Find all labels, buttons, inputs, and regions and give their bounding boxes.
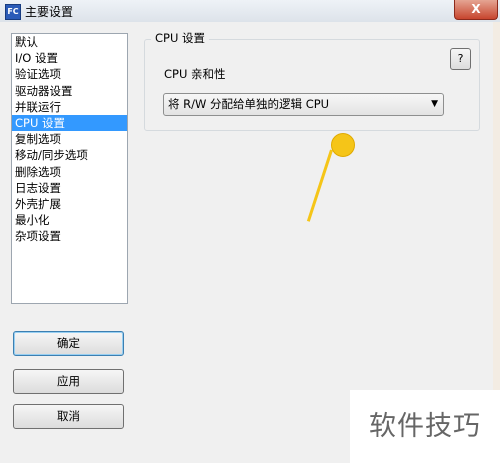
sidebar-item-verify-options[interactable]: 验证选项	[12, 66, 127, 82]
sidebar-item-cpu-settings[interactable]: CPU 设置	[12, 114, 127, 132]
sidebar-item-default[interactable]: 默认	[12, 34, 127, 50]
cpu-settings-group	[144, 39, 480, 131]
sidebar-item-delete-options[interactable]: 删除选项	[12, 164, 127, 180]
sidebar-item-move-sync-options[interactable]: 移动/同步选项	[12, 147, 127, 163]
chevron-down-icon: ▼	[431, 99, 438, 109]
cancel-button[interactable]: 取消	[13, 404, 124, 429]
help-button[interactable]: ?	[450, 48, 471, 70]
window-title: 主要设置	[25, 5, 74, 19]
cpu-affinity-value: 将 R/W 分配给单独的逻辑 CPU	[168, 97, 330, 111]
cpu-affinity-dropdown[interactable]: 将 R/W 分配给单独的逻辑 CPU ▼	[163, 93, 444, 116]
sidebar-item-minimize[interactable]: 最小化	[12, 212, 127, 228]
cpu-settings-legend: CPU 设置	[151, 30, 210, 46]
ok-button[interactable]: 确定	[13, 331, 124, 356]
annotation-marker-dot	[331, 133, 355, 157]
cpu-affinity-label: CPU 亲和性	[164, 67, 226, 81]
close-button[interactable]: X	[454, 0, 498, 20]
sidebar-item-shell-extension[interactable]: 外壳扩展	[12, 196, 127, 212]
settings-category-list[interactable]: 默认 I/O 设置 验证选项 驱动器设置 并联运行 CPU 设置 复制选项 移动…	[11, 33, 128, 304]
sidebar-item-parallel-run[interactable]: 并联运行	[12, 99, 127, 115]
app-icon: FC	[5, 4, 21, 20]
sidebar-item-io-settings[interactable]: I/O 设置	[12, 50, 127, 66]
title-bar: FC 主要设置 X	[0, 0, 500, 23]
sidebar-item-drive-settings[interactable]: 驱动器设置	[12, 83, 127, 99]
apply-button[interactable]: 应用	[13, 369, 124, 394]
sidebar-item-log-settings[interactable]: 日志设置	[12, 180, 127, 196]
watermark-text: 软件技巧	[350, 390, 500, 463]
sidebar-item-copy-options[interactable]: 复制选项	[12, 131, 127, 147]
sidebar-item-misc-settings[interactable]: 杂项设置	[12, 228, 127, 244]
